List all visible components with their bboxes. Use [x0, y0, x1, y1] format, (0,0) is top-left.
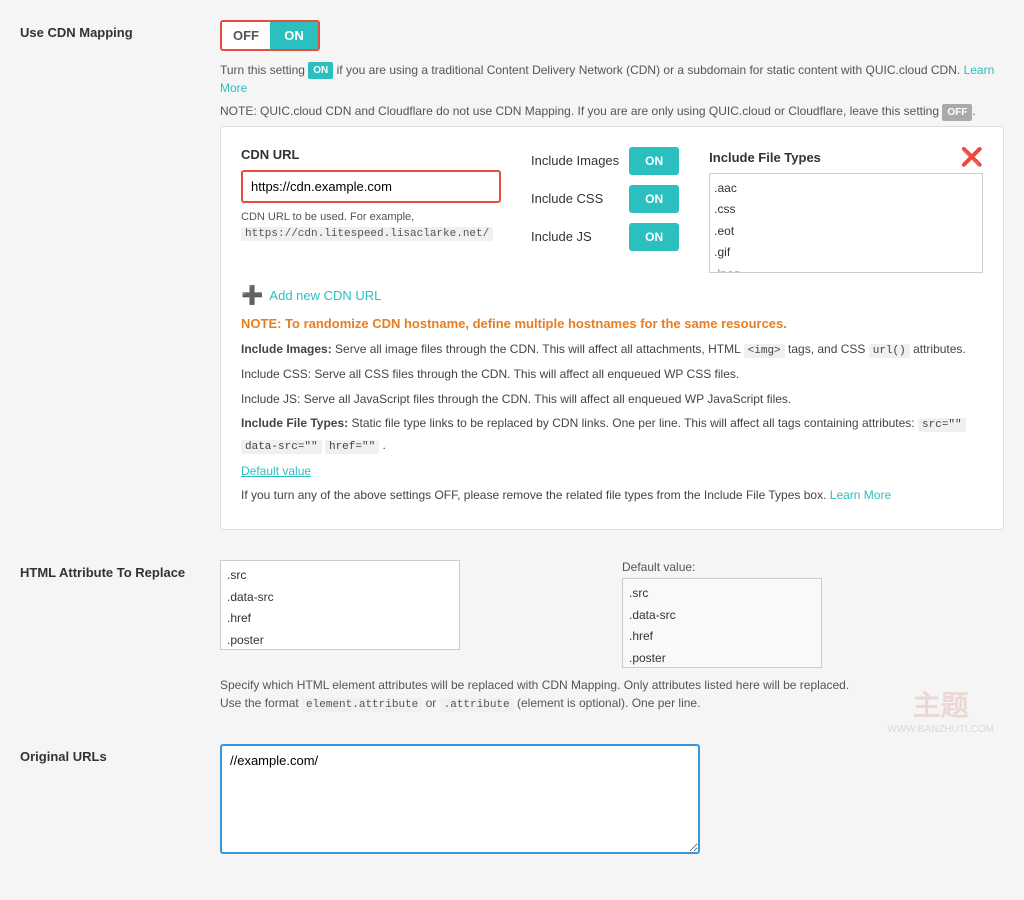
on-badge: ON	[308, 62, 333, 79]
add-cdn-row: ➕ Add new CDN URL	[241, 285, 983, 306]
cdn-mapping-toggle[interactable]: OFF ON	[220, 20, 320, 51]
format-code2: .attribute	[440, 698, 514, 712]
list-item: .src	[227, 565, 453, 587]
file-types-section: Include File Types ❌ .aac .css .eot .gif…	[709, 147, 983, 273]
html-attribute-section: HTML Attribute To Replace .src .data-src…	[20, 560, 1004, 714]
desc-turnoff: If you turn any of the above settings OF…	[241, 485, 983, 505]
note-orange: NOTE: To randomize CDN hostname, define …	[241, 316, 983, 331]
cdn-mapping-note: NOTE: QUIC.cloud CDN and Cloudflare do n…	[220, 102, 1004, 120]
default-value-row: Default value	[241, 461, 983, 481]
learn-more-link2[interactable]: Learn More	[830, 488, 891, 502]
watermark-text: 主题	[887, 684, 994, 724]
watermark-sub: WWW.BANZHUTI.COM	[887, 724, 994, 735]
list-item: .css	[714, 199, 978, 221]
original-urls-section: Original URLs //example.com/	[20, 744, 1004, 854]
include-js-row: Include JS ON	[531, 223, 679, 251]
include-js-toggle[interactable]: ON	[629, 223, 679, 251]
html-attribute-label: HTML Attribute To Replace	[20, 560, 220, 580]
off-badge: OFF	[942, 104, 972, 121]
original-urls-content: //example.com/	[220, 744, 1004, 854]
cdn-url-section: CDN URL CDN URL to be used. For example,…	[241, 147, 501, 243]
add-cdn-link[interactable]: Add new CDN URL	[269, 288, 381, 303]
desc-filetypes: Include File Types: Static file type lin…	[241, 413, 983, 456]
cdn-mapping-section: Use CDN Mapping OFF ON Turn this setting…	[20, 20, 1004, 530]
cdn-card: CDN URL CDN URL to be used. For example,…	[220, 126, 1004, 531]
file-types-header: Include File Types ❌	[709, 147, 983, 168]
include-css-label: Include CSS	[531, 191, 603, 206]
desc-images: Include Images: Serve all image files th…	[241, 339, 983, 361]
list-item: .gif	[714, 242, 978, 264]
list-item: .eot	[714, 221, 978, 243]
list-item: .src	[629, 583, 815, 605]
include-css-toggle[interactable]: ON	[629, 185, 679, 213]
cdn-url-example: https://cdn.litespeed.lisaclarke.net/	[241, 227, 493, 241]
cdn-url-hint: CDN URL to be used. For example, https:/…	[241, 209, 501, 243]
format-code1: element.attribute	[302, 698, 422, 712]
desc-css: Include CSS: Serve all CSS files through…	[241, 364, 983, 384]
cdn-card-inner: CDN URL CDN URL to be used. For example,…	[241, 147, 983, 273]
attr-section: .src .data-src .href .poster source.srcs…	[220, 560, 1004, 668]
page-container: Use CDN Mapping OFF ON Turn this setting…	[20, 20, 1004, 854]
cdn-toggles-section: Include Images ON Include CSS ON Include…	[531, 147, 679, 251]
list-item: .aac	[714, 178, 978, 200]
attr-default-wrapper: Default value: .src .data-src .href .pos…	[622, 560, 1004, 668]
list-item: .jpeg	[714, 264, 978, 273]
list-item: .poster	[629, 648, 815, 668]
cdn-mapping-description: Turn this setting ON if you are using a …	[220, 61, 1004, 97]
list-item: .href	[629, 626, 815, 648]
file-types-list[interactable]: .aac .css .eot .gif .jpeg	[709, 173, 983, 273]
toggle-on-button[interactable]: ON	[270, 22, 318, 49]
cdn-url-label: CDN URL	[241, 147, 501, 162]
original-urls-wrapper: //example.com/	[220, 744, 1004, 854]
list-item: .href	[227, 608, 453, 630]
include-images-label: Include Images	[531, 153, 619, 168]
attr-list-wrapper: .src .data-src .href .poster source.srcs…	[220, 560, 602, 650]
file-types-label: Include File Types	[709, 150, 821, 165]
cdn-url-input[interactable]	[241, 170, 501, 203]
close-icon[interactable]: ❌	[961, 147, 983, 168]
attr-list[interactable]: .src .data-src .href .poster source.srcs…	[220, 560, 460, 650]
list-item: .data-src	[227, 587, 453, 609]
toggle-off-button[interactable]: OFF	[222, 22, 270, 49]
desc-js: Include JS: Serve all JavaScript files t…	[241, 389, 983, 409]
attr-default-label: Default value:	[622, 560, 1004, 574]
add-cdn-icon[interactable]: ➕	[241, 285, 263, 306]
cdn-mapping-content: OFF ON Turn this setting ON if you are u…	[220, 20, 1004, 530]
list-item: .data-src	[629, 605, 815, 627]
attr-default-list: .src .data-src .href .poster source.srcs…	[622, 578, 822, 668]
default-value-link[interactable]: Default value	[241, 464, 311, 478]
watermark: 主题 WWW.BANZHUTI.COM	[887, 684, 994, 735]
include-images-row: Include Images ON	[531, 147, 679, 175]
original-urls-label: Original URLs	[20, 744, 220, 764]
cdn-mapping-label: Use CDN Mapping	[20, 20, 220, 40]
include-css-row: Include CSS ON	[531, 185, 679, 213]
original-urls-textarea[interactable]: //example.com/	[220, 744, 700, 854]
include-images-toggle[interactable]: ON	[629, 147, 679, 175]
include-js-label: Include JS	[531, 229, 592, 244]
list-item: .poster	[227, 630, 453, 650]
